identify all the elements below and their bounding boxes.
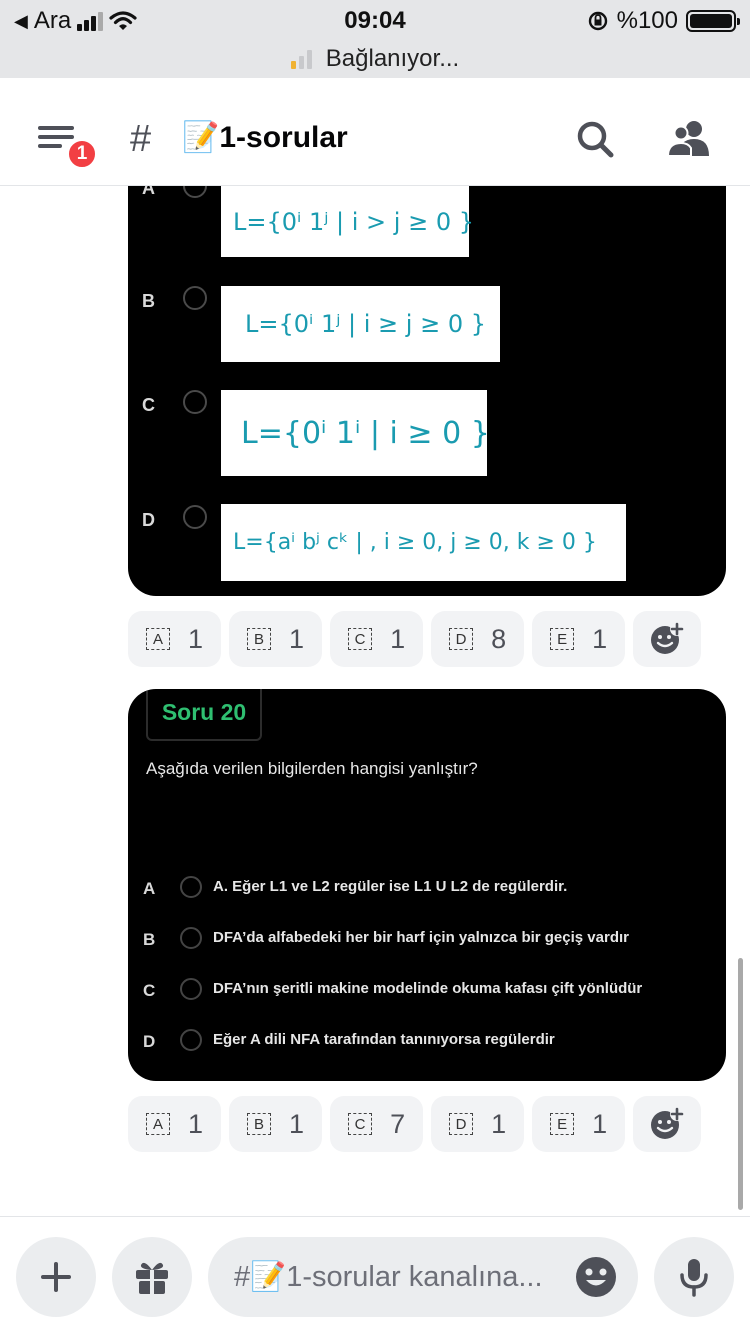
reaction-a[interactable]: A1 [128,611,222,667]
battery-percent: %100 [616,7,678,34]
connection-banner: Bağlanıyor... [0,40,750,78]
option-row-b[interactable]: B DFA’da alfabedeki her bir harf için ya… [128,924,726,954]
search-button[interactable] [572,116,620,164]
reaction-emoji: A [146,1113,170,1135]
channel-title[interactable]: 📝1-sorular [182,120,348,155]
status-bar: ◀ Ara 09:04 %100 [0,0,750,40]
reaction-emoji: E [550,628,575,650]
reaction-count: 7 [390,1108,406,1139]
reaction-count: 8 [491,623,507,654]
option-letter: A [143,879,156,898]
option-text: DFA’da alfabedeki her bir harf için yaln… [213,929,629,946]
formula-image-c: L={0ⁱ 1ⁱ | i ≥ 0 } [221,390,490,476]
reaction-count: 1 [390,623,406,654]
members-icon [666,121,709,157]
question-card-20: Soru 20 Aşağıda verilen bilgilerden hang… [128,689,726,1081]
reaction-a[interactable]: A1 [128,1096,222,1152]
option-letter: C [142,395,155,415]
option-row-c[interactable]: C DFA’nın şeritli makine modelinde okuma… [128,975,726,1005]
reaction-e[interactable]: E1 [532,611,626,667]
option-radio[interactable] [183,505,207,529]
reaction-count: 1 [289,623,305,654]
scrollbar[interactable] [738,958,743,1210]
search-icon [577,121,614,158]
reaction-count: 1 [592,1108,608,1139]
reaction-d[interactable]: D1 [431,1096,525,1152]
channel-hash-icon: # [130,118,152,160]
formula-image-d: L={aⁱ bʲ cᵏ | , i ≥ 0, j ≥ 0, k ≥ 0 } [221,504,626,581]
voice-button[interactable] [654,1237,734,1317]
option-letter: D [142,510,155,530]
reaction-c[interactable]: C1 [330,611,424,667]
connection-text: Bağlanıyor... [325,45,460,72]
reaction-emoji: B [247,1113,272,1135]
mic-icon [680,1259,708,1297]
connection-signal-icon [290,49,312,69]
option-letter: B [142,291,155,311]
formula-image-b: L={0ⁱ 1ʲ | i ≥ j ≥ 0 } [221,286,500,362]
option-letter: C [143,981,156,1000]
option-letter: B [143,930,156,949]
emoji-icon[interactable] [574,1255,618,1299]
option-radio[interactable] [180,927,202,949]
members-button[interactable] [664,118,714,162]
reaction-e[interactable]: E1 [532,1096,626,1152]
option-letter: A [142,186,155,198]
message-input[interactable]: #📝1-sorular kanalına... [208,1237,638,1317]
reaction-emoji: C [348,628,373,650]
gift-icon [136,1262,168,1294]
attach-button[interactable] [16,1237,96,1317]
option-text: DFA’nın şeritli makine modelinde okuma k… [213,980,643,997]
reaction-emoji: B [247,628,272,650]
option-radio[interactable] [180,1029,202,1051]
reaction-b[interactable]: B1 [229,1096,323,1152]
reaction-c[interactable]: C7 [330,1096,424,1152]
add-reaction-icon [651,1107,685,1139]
option-radio[interactable] [183,186,207,198]
option-radio[interactable] [180,876,202,898]
reaction-bar-20: A1 B1 C7 D1 E1 [128,1096,702,1152]
formula-image-a: L={0ⁱ 1ʲ | i > j ≥ 0 } [221,186,474,257]
reaction-emoji: D [449,628,474,650]
battery-icon [686,10,740,32]
option-row-a[interactable]: A A. Eğer L1 ve L2 regüler ise L1 U L2 d… [128,873,726,903]
question-title: Soru 20 [146,689,262,741]
reaction-emoji: D [449,1113,474,1135]
reaction-emoji: C [348,1113,373,1135]
orientation-lock-icon [588,11,607,31]
channel-header: 1 # 📝1-sorular [0,78,750,186]
reaction-count: 1 [491,1108,507,1139]
option-radio[interactable] [180,978,202,1000]
option-text: Eğer A dili NFA tarafından tanınıyorsa r… [213,1031,555,1048]
reaction-count: 1 [188,1108,204,1139]
option-letter: D [143,1032,156,1051]
option-radio[interactable] [183,390,207,414]
option-radio[interactable] [183,286,207,310]
reaction-emoji: E [550,1113,575,1135]
message-composer: #📝1-sorular kanalına... [0,1216,750,1334]
option-text: A. Eğer L1 ve L2 regüler ise L1 U L2 de … [213,878,568,895]
question-text: Aşağıda verilen bilgilerden hangisi yanl… [146,759,478,778]
option-row-d[interactable]: D Eğer A dili NFA tarafından tanınıyorsa… [128,1026,726,1056]
reaction-emoji: A [146,628,170,650]
reaction-count: 1 [289,1108,305,1139]
question-card-19: A L={0ⁱ 1ʲ | i > j ≥ 0 } B L={0ⁱ 1ʲ | i … [128,186,726,596]
add-reaction-button[interactable] [633,1096,702,1152]
menu-button[interactable]: 1 [36,124,98,170]
notification-badge: 1 [66,138,98,170]
reaction-d[interactable]: D8 [431,611,525,667]
reaction-count: 1 [188,623,204,654]
add-reaction-button[interactable] [633,611,702,667]
gift-button[interactable] [112,1237,192,1317]
add-reaction-icon [651,622,685,654]
reaction-b[interactable]: B1 [229,611,323,667]
reaction-count: 1 [592,623,608,654]
plus-icon [41,1262,71,1292]
status-right: %100 [587,7,740,35]
message-placeholder: #📝1-sorular kanalına... [234,1261,543,1293]
reaction-bar-19: A1 B1 C1 D8 E1 [128,611,702,667]
